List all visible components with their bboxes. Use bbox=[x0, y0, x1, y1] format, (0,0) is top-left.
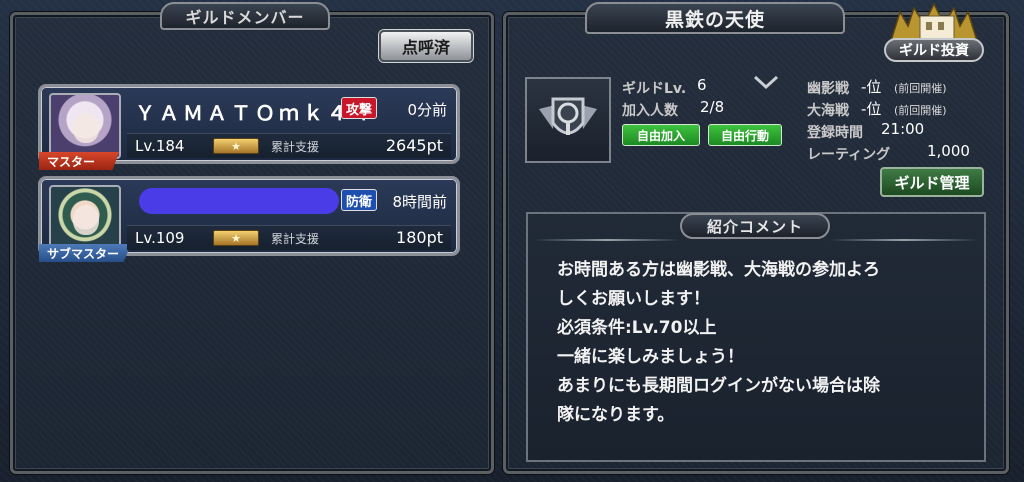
guild-name: 黒鉄の天使 bbox=[585, 2, 845, 34]
support-label: 累計支援 bbox=[271, 140, 320, 154]
ghost-war-value: -位 bbox=[861, 78, 882, 96]
member-level: Lv.184 bbox=[135, 137, 185, 155]
comment-line: お時間ある方は幽影戦、大海戦の参加よろ bbox=[557, 260, 880, 280]
members-count-value: 2/8 bbox=[700, 98, 725, 116]
comment-line: あまりにも長期間ログインがない場合は除 bbox=[557, 376, 880, 396]
support-label: 累計支援 bbox=[271, 232, 320, 246]
comment-line: 必須条件:Lv.70以上 bbox=[557, 318, 717, 338]
member-avatar bbox=[49, 185, 121, 251]
medal-icon: ★ bbox=[213, 138, 259, 154]
member-level: Lv.109 bbox=[135, 229, 185, 247]
roll-call-button[interactable]: 点呼済 bbox=[379, 30, 473, 62]
medal-icon: ★ bbox=[213, 230, 259, 246]
sea-war-value: -位 bbox=[861, 100, 882, 118]
members-count-label: 加入人数 bbox=[622, 103, 678, 119]
member-stat-row: Lv.109 ★ 累計支援 180pt bbox=[127, 225, 451, 250]
attack-badge: 攻撃 bbox=[341, 97, 378, 119]
intro-comment-text: お時間ある方は幽影戦、大海戦の参加よろ しくお願いします！ 必須条件:Lv.70… bbox=[557, 256, 977, 430]
member-name: ＹＡＭＡＴＯｍｋ４４ bbox=[135, 101, 375, 125]
defense-badge: 防衛 bbox=[341, 189, 378, 211]
member-name-redacted bbox=[139, 188, 339, 214]
rating-value: 1,000 bbox=[927, 142, 970, 160]
register-time-value: 21:00 bbox=[881, 120, 925, 138]
ghost-war-label: 幽影戦 bbox=[807, 81, 849, 97]
role-tag: サブマスター bbox=[39, 244, 131, 262]
guild-emblem-icon bbox=[525, 77, 611, 163]
rating-label: レーティング bbox=[807, 147, 891, 163]
free-join-button[interactable]: 自由加入 bbox=[622, 124, 700, 146]
divider bbox=[830, 239, 978, 241]
role-tag: マスター bbox=[39, 152, 119, 170]
member-card[interactable]: マスター ＹＡＭＡＴＯｍｋ４４ 攻撃 0分前 Lv.184 ★ 累計支援 264… bbox=[38, 84, 460, 170]
divider bbox=[535, 239, 680, 241]
guild-level-value: 6 bbox=[697, 76, 707, 94]
member-panel-title: ギルドメンバー bbox=[160, 2, 330, 30]
member-card[interactable]: サブマスター 防衛 8時間前 Lv.109 ★ 累計支援 180pt bbox=[38, 176, 460, 262]
ghost-war-note: (前回開催) bbox=[894, 82, 947, 95]
support-value: 2645pt bbox=[385, 136, 443, 155]
last-login: 0分前 bbox=[407, 101, 447, 119]
guild-manage-button[interactable]: ギルド管理 bbox=[880, 167, 984, 197]
support-value: 180pt bbox=[396, 228, 443, 247]
register-time-label: 登録時間 bbox=[807, 125, 863, 141]
sea-war-label: 大海戦 bbox=[807, 103, 849, 119]
comment-line: しくお願いします！ bbox=[557, 289, 710, 309]
free-action-button[interactable]: 自由行動 bbox=[708, 124, 782, 146]
guild-level-label: ギルドLv. bbox=[622, 81, 687, 97]
chevron-down-icon[interactable] bbox=[753, 75, 779, 91]
member-avatar bbox=[49, 93, 121, 159]
guild-invest-button[interactable]: ギルド投資 bbox=[884, 38, 984, 62]
comment-line: 隊になります。 bbox=[557, 405, 675, 425]
member-stat-row: Lv.184 ★ 累計支援 2645pt bbox=[127, 133, 451, 158]
comment-line: 一緒に楽しみましょう！ bbox=[557, 347, 744, 367]
last-login: 8時間前 bbox=[392, 193, 447, 211]
sea-war-note: (前回開催) bbox=[894, 104, 947, 117]
intro-comment-title: 紹介コメント bbox=[680, 213, 830, 239]
